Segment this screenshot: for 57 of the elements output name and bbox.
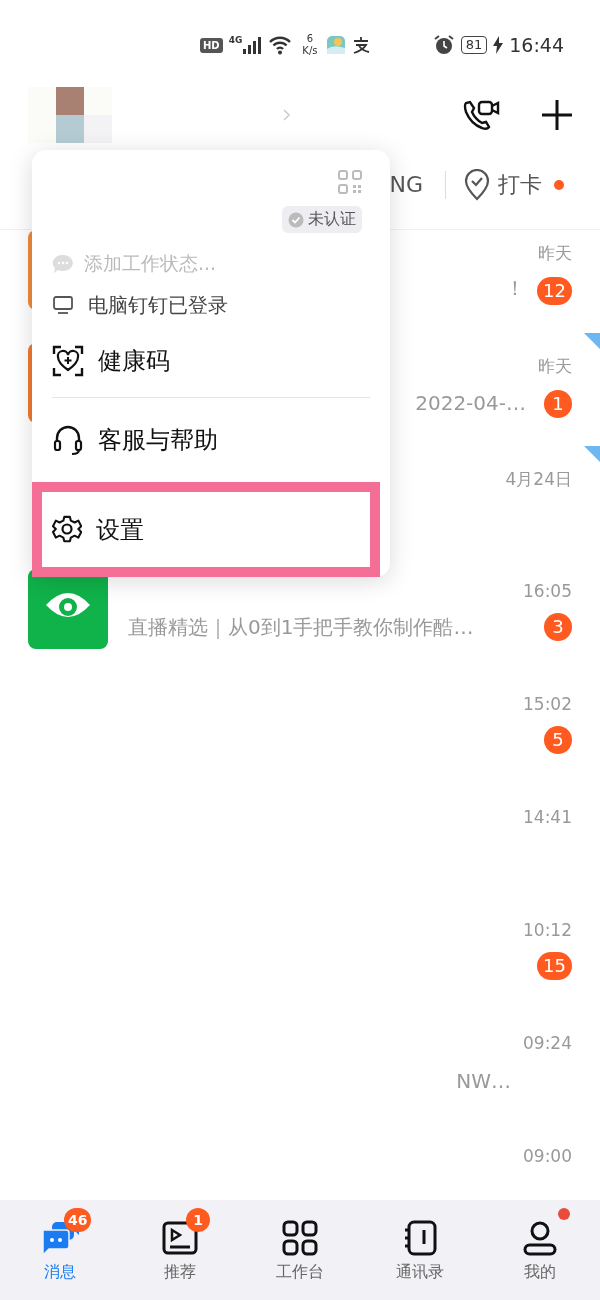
signal-icon <box>242 36 263 54</box>
nav-tab[interactable]: 1 推荐 <box>120 1200 240 1300</box>
unread-count: 5 <box>544 726 572 754</box>
battery-indicator: 81 <box>460 36 488 54</box>
location-check-icon[interactable] <box>464 168 490 201</box>
message-time: 16:05 <box>523 581 572 601</box>
menu-item[interactable]: 健康码 <box>32 329 390 393</box>
wifi-icon <box>268 35 293 55</box>
hd-indicator: HD <box>200 37 223 53</box>
payment-icon <box>351 36 372 54</box>
checkin-tab[interactable]: 打卡 <box>498 169 542 200</box>
heart-scan-icon <box>52 345 84 377</box>
menu-item[interactable]: 客服与帮助 <box>32 408 390 472</box>
unread-count: 3 <box>544 613 572 641</box>
message-time: 09:00 <box>523 1146 572 1166</box>
person-icon <box>522 1220 558 1256</box>
speed-value: 6 <box>306 33 314 45</box>
address-book-icon <box>402 1220 438 1256</box>
message-time: 4月24日 <box>505 468 572 491</box>
menu-item[interactable]: 电脑钉钉已登录 <box>32 281 390 329</box>
message-time: 10:12 <box>523 920 572 940</box>
message-preview: ！ <box>505 275 526 302</box>
network-type: 4G <box>228 35 243 45</box>
message-preview: NW… <box>456 1069 511 1095</box>
menu-item[interactable]: 设置 <box>42 497 370 562</box>
charging-icon <box>493 36 504 54</box>
message-time: 14:41 <box>523 807 572 827</box>
message-time: 昨天 <box>538 355 572 378</box>
unread-count: 15 <box>537 952 572 980</box>
nav-tab[interactable]: 我的 <box>480 1200 600 1300</box>
unread-count: 46 <box>64 1208 92 1232</box>
add-icon[interactable] <box>540 98 574 132</box>
video-call-icon[interactable] <box>462 98 500 132</box>
speech-bubble-icon <box>52 254 74 274</box>
message-time: 15:02 <box>523 694 572 714</box>
verification-status: 未认证 <box>308 209 356 230</box>
unread-count: 1 <box>544 390 572 418</box>
nav-tab[interactable]: 通讯录 <box>360 1200 480 1300</box>
settings-icon <box>52 514 82 545</box>
message-preview: 直播精选｜从0到1手把手教你制作酷… <box>128 614 474 641</box>
badge-check-icon <box>288 211 304 228</box>
weather-icon <box>327 36 346 54</box>
unread-count: 1 <box>186 1208 210 1232</box>
headset-icon <box>52 424 84 456</box>
monitor-icon <box>52 295 74 315</box>
grid-icon <box>282 1220 318 1256</box>
nav-tab[interactable]: 工作台 <box>240 1200 360 1300</box>
nav-tab[interactable]: 46 消息 <box>0 1200 120 1300</box>
speed-unit: K/s <box>302 45 318 57</box>
clock-time: 16:44 <box>509 34 564 56</box>
message-time: 昨天 <box>538 242 572 265</box>
message-time: 09:24 <box>523 1033 572 1053</box>
alarm-icon <box>432 34 455 56</box>
tab-label[interactable]: NG <box>389 172 423 197</box>
unread-count: 12 <box>537 277 572 305</box>
message-preview: 2022-04-… <box>415 391 526 417</box>
verification-tag[interactable]: 未认证 <box>282 206 362 233</box>
